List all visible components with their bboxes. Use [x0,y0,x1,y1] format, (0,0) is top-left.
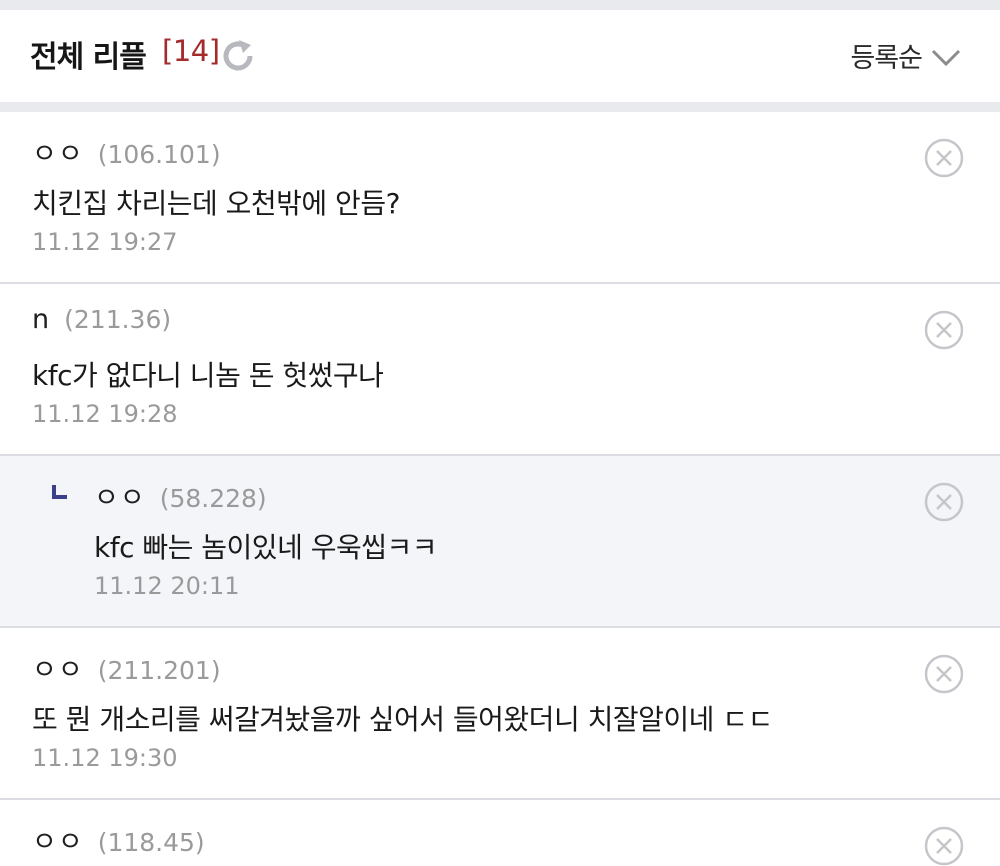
comment-body: kfc가 없다니 니놈 돈 헛썼구나 [32,359,384,392]
comment-meta: ㅇㅇ (211.201) [32,648,221,687]
delete-icon[interactable] [924,138,964,178]
sort-dropdown[interactable]: 등록순 [850,36,962,75]
delete-icon[interactable] [924,826,964,866]
comment-body: 치킨집 차리는데 오천밖에 안듬? [32,187,400,220]
top-separator [0,0,1000,10]
reply-arrow-icon [52,485,67,499]
comment-meta: ㅇㅇ (106.101) [32,132,221,171]
comments-title: 전체 리플 [30,40,147,75]
comment-count: [14] [162,34,220,68]
comment-time: 11.12 19:27 [32,228,178,256]
comment-meta: n (211.36) [32,304,171,335]
comment-item: ㅇㅇ (211.201) 또 뭔 개소리를 써갈겨놨을까 싶어서 들어왔더니 치… [0,628,1000,800]
comment-author[interactable]: ㅇㅇ [94,476,146,515]
comment-ip: (118.45) [97,828,205,857]
comment-ip: (211.36) [64,305,172,334]
comment-body: 또 뭔 개소리를 써갈겨놨을까 싶어서 들어왔더니 치잘알이네 ㄷㄷ [32,703,773,736]
comments-header: 전체 리플 [14] 등록순 [0,10,1000,112]
comment-author[interactable]: n [32,304,50,335]
comment-item: ㅇㅇ (106.101) 치킨집 차리는데 오천밖에 안듬? 11.12 19:… [0,112,1000,284]
comment-author[interactable]: ㅇㅇ [32,132,84,171]
comment-body: kfc 빠는 놈이있네 우욱씹ㅋㅋ [94,531,438,564]
comment-ip: (211.201) [97,656,221,685]
chevron-down-icon [931,49,961,66]
delete-icon[interactable] [924,310,964,350]
sort-label: 등록순 [850,43,923,74]
comment-meta: ㅇㅇ (58.228) [94,476,267,515]
delete-icon[interactable] [924,654,964,694]
reply-item: ㅇㅇ (58.228) kfc 빠는 놈이있네 우욱씹ㅋㅋ 11.12 20:1… [0,456,1000,628]
comment-item: ㅇㅇ (118.45) [0,800,1000,866]
comment-author[interactable]: ㅇㅇ [32,648,84,687]
refresh-icon[interactable] [219,37,257,75]
comment-ip: (106.101) [97,140,221,169]
comment-time: 11.12 19:30 [32,744,178,772]
comment-ip: (58.228) [159,484,267,513]
comment-time: 11.12 19:28 [32,400,178,428]
comment-time: 11.12 20:11 [94,572,240,600]
delete-icon[interactable] [924,482,964,522]
comment-item: n (211.36) kfc가 없다니 니놈 돈 헛썼구나 11.12 19:2… [0,284,1000,456]
